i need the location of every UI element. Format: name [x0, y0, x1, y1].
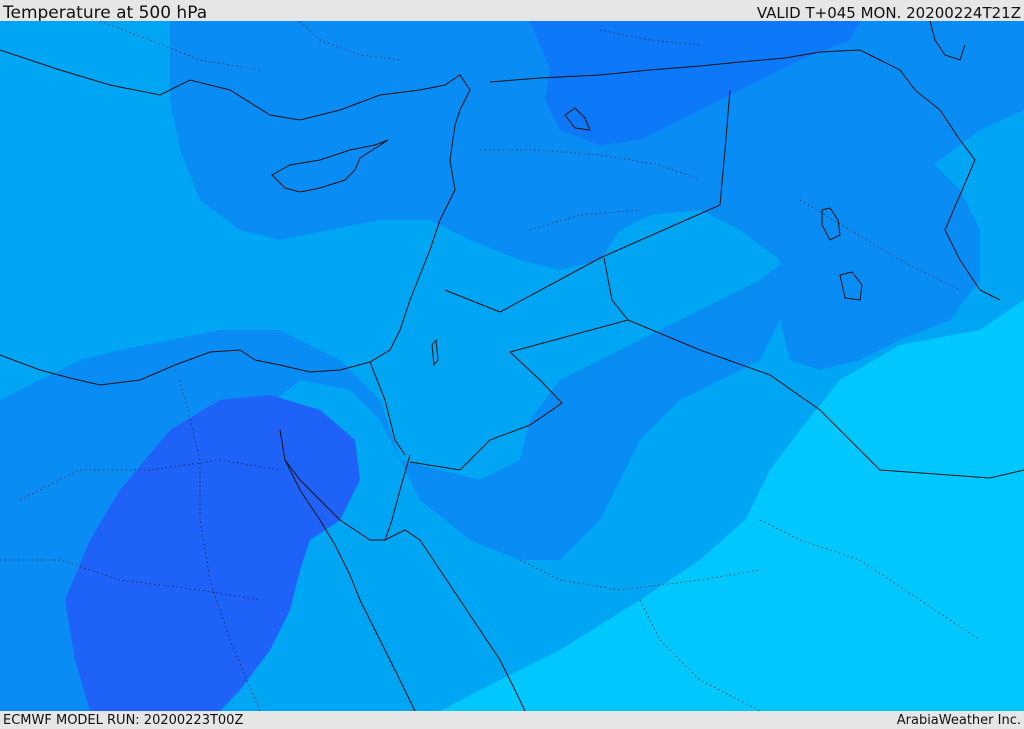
model-run-label: ECMWF MODEL RUN: 20200223T00Z	[3, 713, 244, 728]
weather-map[interactable]	[0, 21, 1024, 711]
map-canvas	[0, 21, 1024, 711]
valid-time: VALID T+045 MON. 20200224T21Z	[756, 4, 1021, 22]
map-title: Temperature at 500 hPa	[3, 3, 208, 23]
credit-label: ArabiaWeather Inc.	[896, 713, 1021, 728]
